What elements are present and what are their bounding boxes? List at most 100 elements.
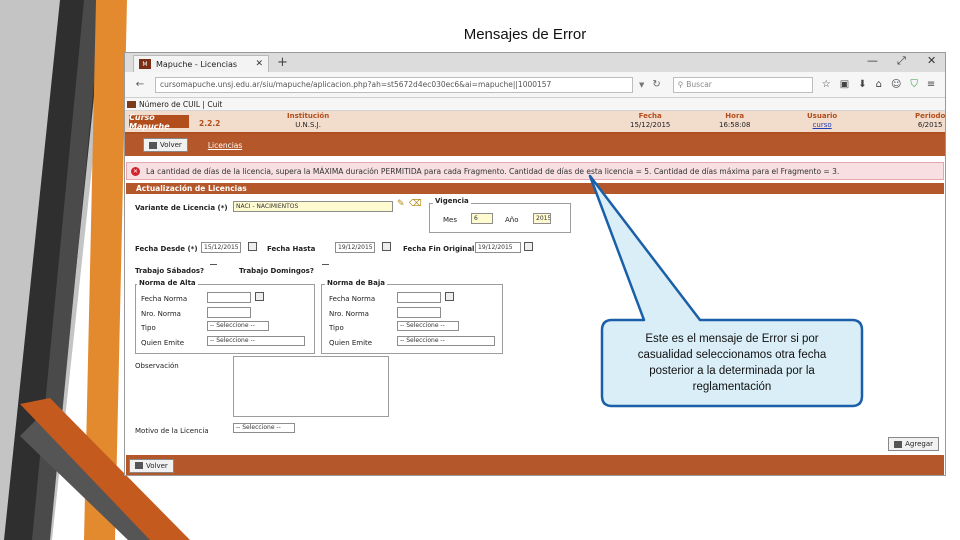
alta-nro-norma-input[interactable]: [207, 307, 251, 318]
alta-tipo-select[interactable]: -- Seleccione --: [207, 321, 269, 331]
baja-quien-emite-select[interactable]: -- Seleccione --: [397, 336, 495, 346]
motivo-label: Motivo de la Licencia: [135, 427, 209, 435]
slide-title: Mensajes de Error: [463, 26, 587, 43]
eraser-icon[interactable]: ⌫: [409, 199, 422, 209]
trabajo-domingos-checkbox[interactable]: [322, 264, 329, 265]
browser-window: M Mapuche - Licencias ✕ + — ⤢ ✕ ← cursom…: [124, 52, 946, 476]
norma-baja-legend: Norma de Baja: [325, 279, 387, 287]
variante-label: Variante de Licencia (*): [135, 204, 228, 212]
baja-tipo-label: Tipo: [329, 324, 344, 332]
new-tab-icon[interactable]: +: [277, 55, 288, 70]
baja-nro-norma-input[interactable]: [397, 307, 441, 318]
fecha: Fecha 15/12/2015: [630, 112, 670, 129]
alta-quien-emite-select[interactable]: -- Seleccione --: [207, 336, 305, 346]
anio-input[interactable]: 2015: [533, 213, 551, 224]
save-icon: [894, 440, 903, 448]
volver-bottom-button[interactable]: Volver: [129, 458, 174, 473]
star-icon[interactable]: ☆: [822, 79, 831, 90]
version: 2.2.2: [199, 119, 221, 128]
error-text: La cantidad de días de la licencia, supe…: [146, 166, 840, 176]
restore-icon[interactable]: ⤢: [897, 54, 906, 68]
error-icon: ✕: [131, 166, 140, 176]
institucion-label: Institución: [287, 112, 330, 120]
periodo-value: 6/2015: [917, 121, 943, 129]
observacion-label: Observación: [135, 362, 179, 370]
browser-tab[interactable]: M Mapuche - Licencias ✕: [133, 55, 269, 72]
periodo-label: Periodo: [915, 112, 946, 120]
baja-tipo-select[interactable]: -- Seleccione --: [397, 321, 459, 331]
search-icon: ⚲: [677, 80, 684, 89]
browser-tabbar: M Mapuche - Licencias ✕ + — ⤢ ✕: [125, 53, 945, 72]
error-message: ✕ La cantidad de días de la licencia, su…: [126, 162, 944, 180]
mes-input[interactable]: 6: [471, 213, 493, 224]
smiley-icon[interactable]: ☺: [891, 79, 901, 90]
bottom-toolbar: Volver: [126, 455, 944, 475]
bookmarks-bar: Número de CUIL | Cuit: [125, 98, 945, 111]
calendar-icon[interactable]: [445, 292, 454, 301]
fecha-fin-input[interactable]: 19/12/2015: [475, 242, 521, 253]
baja-quien-emite-label: Quien Emite: [329, 339, 373, 347]
licencias-link[interactable]: Licencias: [208, 141, 242, 150]
variante-input[interactable]: NACI - NACIMIENTOS: [233, 201, 393, 212]
fecha-fin-label: Fecha Fin Original: [403, 245, 475, 253]
trabajo-sabados-label: Trabajo Sábados?: [135, 267, 205, 275]
app-header: Curso Mapuche 2.2.2 Institución U.N.S.J.…: [125, 111, 945, 134]
fecha-value: 15/12/2015: [630, 121, 671, 129]
baja-fecha-norma-label: Fecha Norma: [329, 295, 376, 303]
shield-icon[interactable]: ⛉: [910, 79, 918, 90]
bookmark-icon: [127, 100, 136, 108]
fecha-desde-label: Fecha Desde (*): [135, 245, 198, 253]
menu-icon[interactable]: ≡: [927, 79, 935, 90]
agregar-button[interactable]: Agregar: [888, 437, 939, 451]
app-toolbar: Volver Licencias: [125, 134, 945, 156]
alta-fecha-norma-input[interactable]: [207, 292, 251, 303]
mes-label: Mes: [443, 216, 457, 224]
usuario-link[interactable]: curso: [807, 121, 837, 129]
minimize-icon[interactable]: —: [867, 54, 878, 67]
volver-label: Volver: [160, 141, 182, 149]
back-icon[interactable]: ←: [131, 79, 149, 90]
observacion-textarea[interactable]: [233, 356, 389, 417]
baja-fecha-norma-input[interactable]: [397, 292, 441, 303]
download-icon[interactable]: ⬇: [858, 79, 866, 90]
url-text: cursomapuche.unsj.edu.ar/siu/mapuche/apl…: [160, 80, 552, 89]
volver-button[interactable]: Volver: [143, 138, 188, 152]
reading-list-icon[interactable]: ▣: [840, 79, 849, 90]
hora: Hora 16:58:08: [719, 112, 750, 129]
calendar-icon[interactable]: [524, 242, 533, 251]
alta-tipo-label: Tipo: [141, 324, 156, 332]
trabajo-domingos-label: Trabajo Domingos?: [239, 267, 314, 275]
institucion-value: U.N.S.J.: [295, 121, 321, 129]
back-arrow-icon: [149, 141, 157, 149]
pencil-icon[interactable]: ✎: [397, 199, 405, 209]
close-tab-icon[interactable]: ✕: [255, 59, 263, 69]
calendar-icon[interactable]: [255, 292, 264, 301]
fecha-label: Fecha: [638, 112, 662, 120]
periodo: Periodo 6/2015: [915, 112, 945, 129]
alta-quien-emite-label: Quien Emite: [141, 339, 185, 347]
fecha-desde-input[interactable]: 15/12/2015: [201, 242, 241, 253]
agregar-label: Agregar: [905, 440, 933, 448]
chevron-down-icon[interactable]: ▼: [639, 81, 644, 89]
usuario: Usuario curso: [807, 112, 837, 129]
fecha-hasta-input[interactable]: 19/12/2015: [335, 242, 375, 253]
motivo-select[interactable]: -- Seleccione --: [233, 423, 295, 433]
alta-fecha-norma-label: Fecha Norma: [141, 295, 188, 303]
calendar-icon[interactable]: [248, 242, 257, 251]
home-icon[interactable]: ⌂: [876, 79, 882, 90]
browser-navbar: ← cursomapuche.unsj.edu.ar/siu/mapuche/a…: [125, 72, 945, 98]
callout-text: Este es el mensaje de Error si por casua…: [637, 333, 827, 393]
url-input[interactable]: cursomapuche.unsj.edu.ar/siu/mapuche/apl…: [155, 76, 633, 93]
logo: Curso Mapuche: [129, 113, 189, 131]
calendar-icon[interactable]: [382, 242, 391, 251]
trabajo-sabados-checkbox[interactable]: [210, 264, 217, 265]
close-window-icon[interactable]: ✕: [927, 54, 936, 67]
section-title: Actualización de Licencias: [126, 183, 944, 194]
back-arrow-icon: [135, 462, 143, 469]
search-input[interactable]: ⚲ Buscar: [672, 76, 813, 93]
baja-nro-norma-label: Nro. Norma: [329, 310, 369, 318]
reload-icon[interactable]: ↻: [652, 79, 660, 90]
bookmark-item[interactable]: Número de CUIL | Cuit: [139, 100, 222, 109]
anio-label: Año: [505, 216, 519, 224]
search-placeholder: Buscar: [686, 80, 712, 89]
